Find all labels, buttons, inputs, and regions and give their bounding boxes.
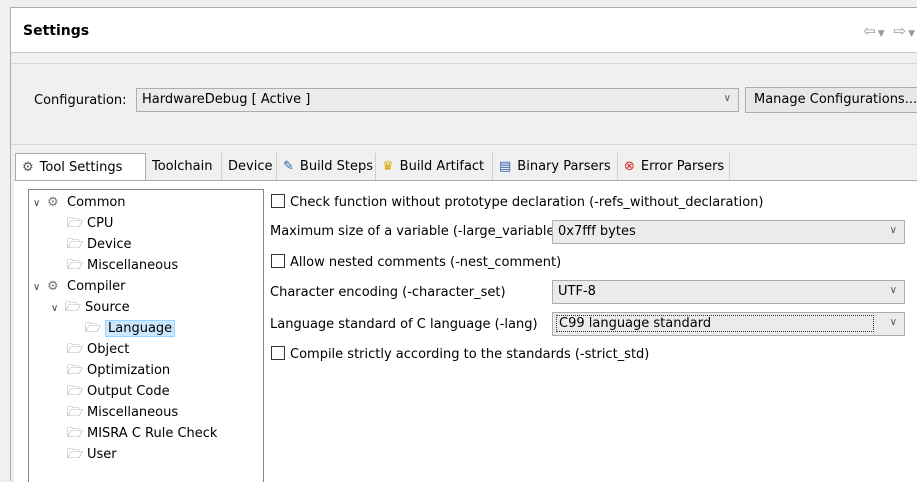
tree-item-common[interactable]: ∨ ⚙ Common	[33, 193, 126, 213]
tree-item-optimization[interactable]: 🗁 Optimization	[67, 361, 170, 381]
folder-icon: 🗁	[67, 384, 84, 399]
folder-icon: 🗁	[67, 405, 84, 420]
history-nav: ⇦▼ ⇨▼	[863, 22, 917, 40]
max-size-select[interactable]: 0x7fff bytes ∨	[552, 220, 905, 244]
tab-build-artifact[interactable]: ♛ Build Artifact	[376, 153, 493, 180]
chevron-down-icon: ∨	[889, 285, 897, 296]
chevron-down-icon[interactable]: ▼	[878, 29, 887, 39]
manage-configurations-button[interactable]: Manage Configurations...	[745, 87, 917, 113]
title-bar: Settings ⇦▼ ⇨▼	[11, 8, 917, 53]
configuration-row: Configuration: HardwareDebug [ Active ] …	[11, 63, 917, 145]
tab-binary-parsers[interactable]: ▤ Binary Parsers	[493, 153, 618, 180]
tree-item-miscellaneous[interactable]: 🗁 Miscellaneous	[67, 256, 178, 276]
tab-device[interactable]: Device	[222, 153, 277, 180]
tab-toolchain[interactable]: Toolchain	[146, 153, 222, 180]
binary-icon: ▤	[499, 159, 512, 174]
forward-arrow-icon[interactable]: ⇨	[894, 22, 909, 40]
tree-item-compiler[interactable]: ∨ ⚙ Compiler	[33, 277, 126, 297]
error-icon: ⊗	[624, 159, 635, 174]
gear-icon: ⚙	[22, 160, 34, 175]
folder-icon: 🗁	[65, 300, 82, 315]
check-function-checkbox[interactable]	[271, 194, 285, 208]
nested-comments-option[interactable]: Allow nested comments (-nest_comment)	[271, 254, 561, 270]
nested-comments-checkbox[interactable]	[271, 254, 285, 268]
settings-tree: ∨ ⚙ Common 🗁 CPU 🗁 Device 🗁 Miscellaneous ∨ ⚙ C…	[28, 189, 264, 482]
tree-item-cpu[interactable]: 🗁 CPU	[67, 214, 113, 234]
tab-build-steps[interactable]: ✎ Build Steps	[277, 153, 376, 180]
tree-item-source[interactable]: ∨ 🗁 Source	[51, 298, 130, 318]
tree-item-misra[interactable]: 🗁 MISRA C Rule Check	[67, 424, 217, 444]
configuration-select[interactable]: HardwareDebug [ Active ] ∨	[136, 88, 739, 112]
chevron-down-icon[interactable]: ∨	[33, 278, 47, 298]
folder-icon: 🗁	[67, 237, 84, 252]
language-standard-label: Language standard of C language (-lang)	[270, 317, 538, 332]
chevron-down-icon[interactable]: ∨	[33, 194, 47, 214]
tree-item-object[interactable]: 🗁 Object	[67, 340, 129, 360]
folder-icon: 🗁	[67, 447, 84, 462]
chevron-down-icon[interactable]: ∨	[51, 299, 65, 319]
strict-standard-checkbox[interactable]	[271, 346, 285, 360]
configuration-label: Configuration:	[34, 93, 127, 108]
max-size-label: Maximum size of a variable (-large_varia…	[270, 224, 560, 239]
tree-item-device[interactable]: 🗁 Device	[67, 235, 131, 255]
tab-tool-settings[interactable]: ⚙ Tool Settings	[15, 153, 146, 182]
folder-icon: 🗁	[67, 216, 84, 231]
folder-icon: 🗁	[67, 426, 84, 441]
folder-icon: 🗁	[67, 363, 84, 378]
gear-icon: ⚙	[47, 195, 59, 210]
language-standard-select[interactable]: C99 language standard ∨	[552, 312, 905, 336]
tree-item-output-code[interactable]: 🗁 Output Code	[67, 382, 170, 402]
chevron-down-icon[interactable]: ▼	[908, 29, 917, 39]
page-title: Settings	[23, 23, 90, 39]
chevron-down-icon: ∨	[889, 317, 897, 328]
tree-item-language[interactable]: 🗁 Language	[85, 319, 176, 339]
character-encoding-select[interactable]: UTF-8 ∨	[552, 280, 905, 304]
tree-item-miscellaneous-2[interactable]: 🗁 Miscellaneous	[67, 403, 178, 423]
build-steps-icon: ✎	[283, 159, 294, 174]
chevron-down-icon: ∨	[723, 93, 731, 104]
folder-icon: 🗁	[67, 342, 84, 357]
configuration-value: HardwareDebug [ Active ]	[142, 92, 311, 107]
gear-icon: ⚙	[47, 279, 59, 294]
trophy-icon: ♛	[382, 159, 394, 174]
tool-settings-content: ∨ ⚙ Common 🗁 CPU 🗁 Device 🗁 Miscellaneous ∨ ⚙ C…	[14, 180, 917, 482]
strict-standard-option[interactable]: Compile strictly according to the standa…	[271, 346, 649, 362]
folder-icon: 🗁	[67, 258, 84, 273]
check-function-option[interactable]: Check function without prototype declara…	[271, 194, 763, 210]
character-encoding-label: Character encoding (-character_set)	[270, 285, 506, 300]
tab-error-parsers[interactable]: ⊗ Error Parsers	[618, 153, 730, 180]
chevron-down-icon: ∨	[889, 225, 897, 236]
tree-item-user[interactable]: 🗁 User	[67, 445, 117, 465]
folder-icon: 🗁	[85, 321, 102, 336]
back-arrow-icon[interactable]: ⇦	[863, 22, 878, 40]
